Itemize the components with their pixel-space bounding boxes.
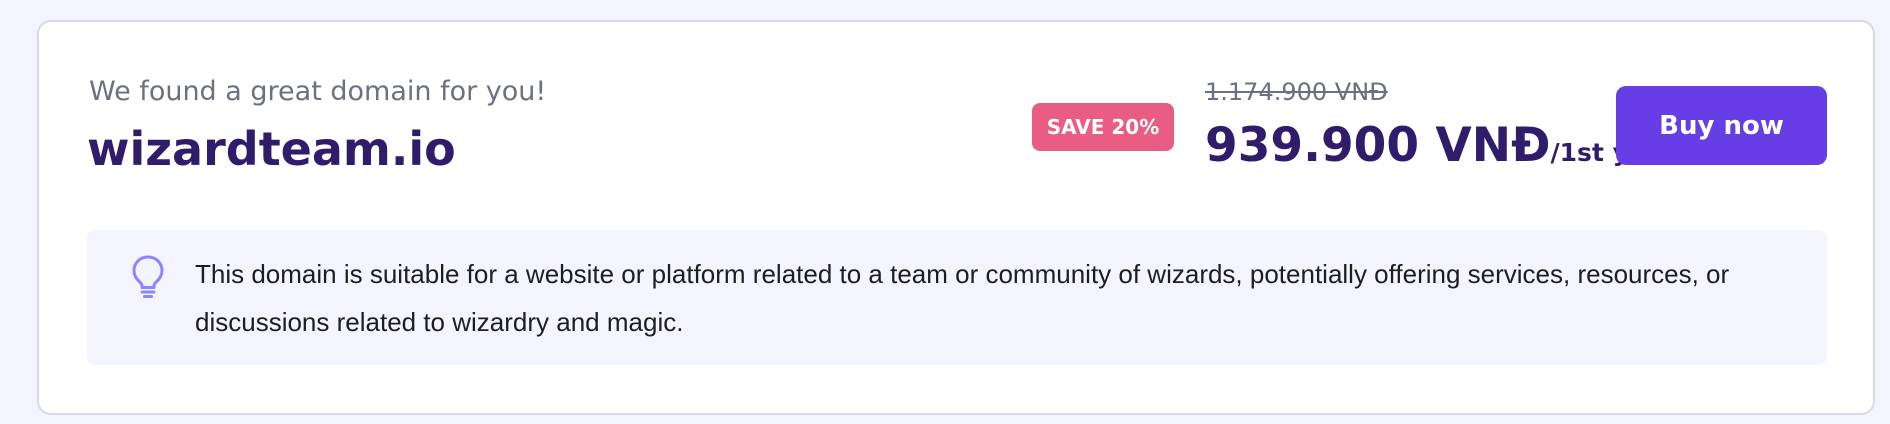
- domain-description-text: This domain is suitable for a website or…: [195, 259, 1730, 337]
- price-amount: 939.900 VNĐ: [1205, 118, 1551, 173]
- domain-suggestion-card: We found a great domain for you! wizardt…: [37, 20, 1875, 415]
- domain-description-box: This domain is suitable for a website or…: [87, 230, 1827, 365]
- card-subtitle: We found a great domain for you!: [89, 76, 547, 107]
- original-price: 1.174.900 VNĐ: [1205, 78, 1388, 106]
- current-price: 939.900 VNĐ/1st yr: [1205, 122, 1641, 169]
- domain-name: wizardteam.io: [87, 122, 456, 176]
- discount-badge: SAVE 20%: [1032, 103, 1174, 151]
- lightbulb-icon: [131, 254, 165, 300]
- buy-now-button[interactable]: Buy now: [1616, 86, 1827, 165]
